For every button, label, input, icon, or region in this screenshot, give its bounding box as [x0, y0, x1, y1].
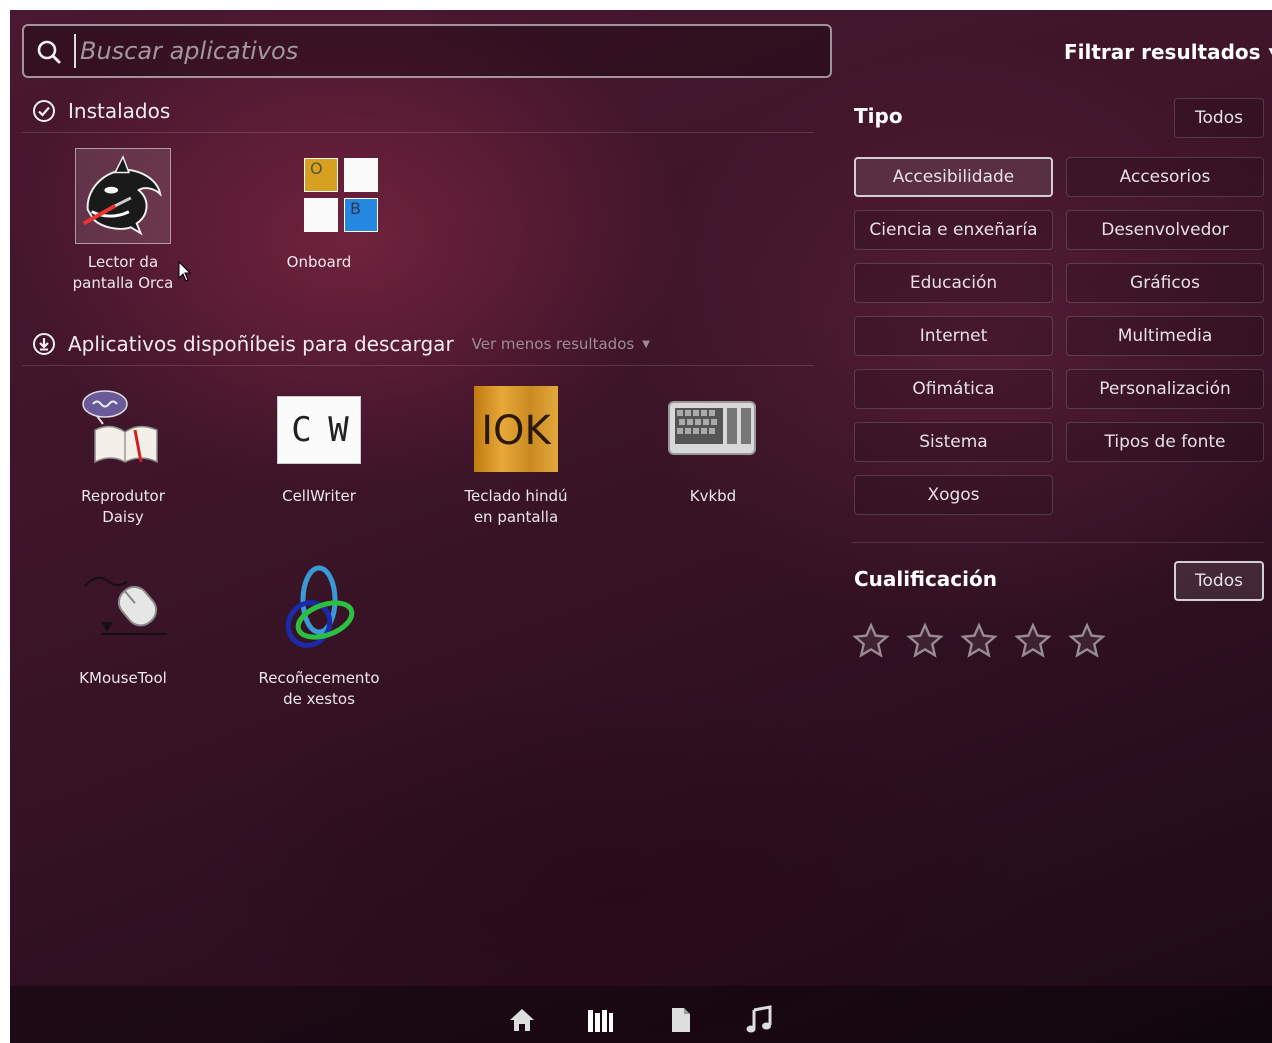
- app-label-line: en pantalla: [473, 508, 559, 526]
- star-icon[interactable]: [906, 622, 944, 660]
- cellwriter-icon: C W: [271, 382, 367, 478]
- search-input[interactable]: [74, 34, 820, 68]
- app-label-line: Teclado hindú: [464, 487, 568, 505]
- app-label-line: Onboard: [286, 253, 352, 271]
- category-button-internet[interactable]: Internet: [854, 316, 1053, 356]
- keyboard-icon: [665, 382, 761, 478]
- type-filter-label: Tipo: [854, 104, 903, 128]
- star-icon[interactable]: [960, 622, 998, 660]
- app-tile-kmousetool[interactable]: KMouseTool: [43, 564, 203, 689]
- star-icon[interactable]: [852, 622, 890, 660]
- onboard-keyboard-icon: O B: [271, 148, 378, 244]
- files-lens-icon[interactable]: [664, 1004, 696, 1036]
- orca-whale-icon: [75, 148, 171, 244]
- category-button-multimedia[interactable]: Multimedia: [1066, 316, 1264, 356]
- search-icon: [37, 40, 61, 64]
- music-lens-icon[interactable]: [744, 1004, 776, 1036]
- onboard-key-b: B: [344, 198, 378, 232]
- category-button-accesibilidade[interactable]: Accesibilidade: [854, 157, 1053, 197]
- category-button-sistema[interactable]: Sistema: [854, 422, 1053, 462]
- app-tile-gesture-recognition[interactable]: Recoñecemento de xestos: [239, 564, 399, 710]
- onboard-key-o: O: [304, 158, 338, 192]
- app-label-line: Recoñecemento: [258, 669, 380, 687]
- category-button-xogos[interactable]: Xogos: [854, 475, 1053, 515]
- chevron-down-icon: ▼: [642, 339, 650, 350]
- lens-bar: [10, 986, 1272, 1043]
- panel-divider: [852, 542, 1264, 543]
- available-section-header[interactable]: Aplicativos dispoñíbeis para descargar V…: [32, 329, 650, 359]
- app-tile-onboard[interactable]: O B Onboard: [239, 148, 399, 273]
- star-icon[interactable]: [1014, 622, 1052, 660]
- app-label-line: Kvkbd: [689, 487, 737, 505]
- onboard-key-blank: [304, 198, 338, 232]
- category-button-tipos-de-fonte[interactable]: Tipos de fonte: [1066, 422, 1264, 462]
- category-button-personalizacion[interactable]: Personalización: [1066, 369, 1264, 409]
- app-tile-iok[interactable]: IOK Teclado hindú en pantalla: [436, 382, 596, 528]
- app-label-line: KMouseTool: [79, 669, 167, 687]
- category-button-graficos[interactable]: Gráficos: [1066, 263, 1264, 303]
- app-tile-kvkbd[interactable]: Kvkbd: [633, 382, 793, 507]
- rating-all-button[interactable]: Todos: [1174, 561, 1264, 601]
- filter-results-label: Filtrar resultados: [1064, 40, 1261, 64]
- onboard-key-blank: [344, 158, 378, 192]
- show-fewer-results-label: Ver menos resultados: [471, 335, 635, 353]
- app-tile-daisy-player[interactable]: Reprodutor Daisy: [43, 382, 203, 528]
- rating-filter-label: Cualificación: [854, 567, 997, 591]
- section-divider: [22, 365, 814, 366]
- installed-section-header[interactable]: Instalados: [32, 96, 170, 126]
- chevron-down-icon: ▼: [1269, 45, 1272, 59]
- category-button-accesorios[interactable]: Accesorios: [1066, 157, 1264, 197]
- category-button-educacion[interactable]: Educación: [854, 263, 1053, 303]
- iok-icon-text: IOK: [474, 386, 558, 472]
- home-lens-icon[interactable]: [506, 1004, 538, 1036]
- gesture-rings-icon: [271, 564, 367, 660]
- category-button-desenvolvedor[interactable]: Desenvolvedor: [1066, 210, 1264, 250]
- daisy-book-icon: [75, 382, 171, 478]
- installed-section-title: Instalados: [68, 99, 171, 123]
- app-label-line: de xestos: [283, 690, 355, 708]
- mouse-pointer-icon: [178, 261, 192, 282]
- star-icon[interactable]: [1068, 622, 1106, 660]
- filter-results-toggle[interactable]: Filtrar resultados ▼: [1064, 40, 1272, 64]
- app-label-line: CellWriter: [282, 487, 356, 505]
- search-bar: [22, 24, 832, 78]
- category-button-ofimatica[interactable]: Ofimática: [854, 369, 1053, 409]
- app-tile-cellwriter[interactable]: C W CellWriter: [239, 382, 399, 507]
- section-divider: [22, 132, 814, 133]
- available-section-title: Aplicativos dispoñíbeis para descargar: [68, 332, 454, 356]
- dash-overlay: Filtrar resultados▼ Instalados Lector da…: [10, 10, 1272, 1043]
- type-all-button[interactable]: Todos: [1174, 98, 1264, 138]
- check-circle-icon: [33, 100, 55, 122]
- iok-icon: IOK: [468, 382, 564, 478]
- applications-lens-icon[interactable]: [584, 1004, 616, 1036]
- mouse-icon: [75, 564, 171, 660]
- show-fewer-results-link[interactable]: Ver menos resultados ▼: [472, 335, 650, 353]
- app-label-line: Reprodutor: [81, 487, 165, 505]
- download-circle-icon: [33, 333, 55, 355]
- cellwriter-icon-text: C W: [277, 396, 361, 464]
- rating-stars: [852, 622, 1106, 660]
- category-button-ciencia[interactable]: Ciencia e enxeñaría: [854, 210, 1053, 250]
- app-label-line: Daisy: [102, 508, 144, 526]
